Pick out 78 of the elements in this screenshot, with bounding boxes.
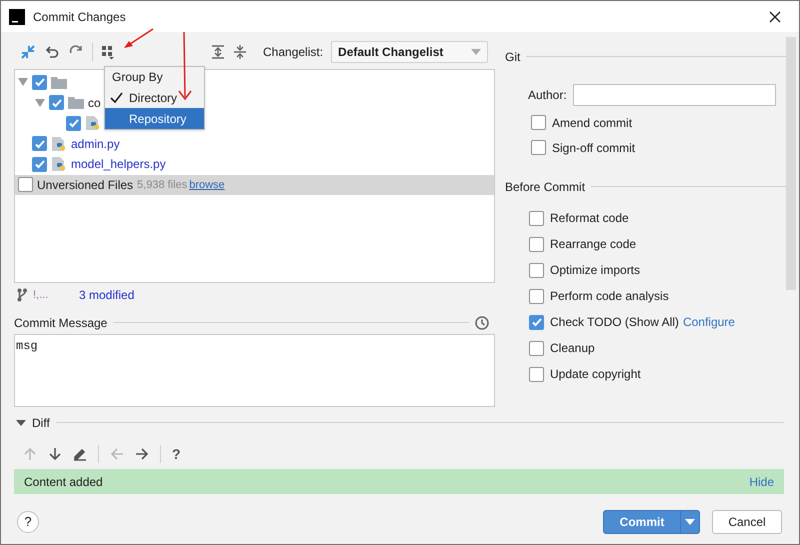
compare-arrows-icon[interactable]	[20, 44, 36, 60]
collapse-arrow-icon[interactable]	[16, 420, 26, 426]
menu-header: Group By	[111, 69, 164, 86]
checkbox[interactable]	[32, 156, 47, 172]
option-label[interactable]: Update copyright	[550, 365, 641, 383]
app-logo-icon[interactable]	[9, 8, 25, 24]
checkbox[interactable]	[529, 236, 544, 252]
annotation-arrow	[124, 28, 154, 48]
checkbox[interactable]	[66, 116, 81, 131]
expand-arrow-icon[interactable]	[35, 98, 45, 107]
checkbox[interactable]	[529, 210, 544, 226]
section-title: Commit Message	[14, 314, 108, 332]
branch-icon[interactable]	[17, 288, 27, 302]
checkbox[interactable]	[32, 136, 47, 152]
checkbox[interactable]	[531, 140, 546, 155]
menu-item[interactable]: Repository	[105, 108, 204, 129]
python-file-icon[interactable]	[51, 156, 67, 172]
option-label[interactable]: Sign-off commit	[552, 138, 636, 156]
collapse-all-icon[interactable]	[233, 44, 247, 60]
right-arrow-icon[interactable]	[135, 447, 149, 461]
option-label[interactable]: Cleanup	[550, 339, 595, 357]
option-label[interactable]: Amend commit	[552, 114, 632, 132]
annotation-arrow	[178, 32, 192, 100]
checkbox[interactable]	[529, 366, 544, 382]
menu-item[interactable]: Directory	[105, 87, 204, 108]
python-file-icon[interactable]	[51, 136, 67, 152]
checkbox[interactable]	[531, 115, 546, 130]
up-arrow-icon[interactable]	[23, 447, 37, 461]
changelist-dropdown[interactable]: Default Changelist	[331, 41, 488, 63]
left-arrow-icon[interactable]	[110, 447, 124, 461]
close-icon[interactable]	[769, 10, 781, 22]
cancel-button[interactable]: Cancel	[712, 510, 782, 534]
branch-name: !,...	[33, 288, 50, 303]
checkbox[interactable]	[32, 74, 47, 90]
checkbox[interactable]	[529, 340, 544, 356]
expand-all-icon[interactable]	[211, 44, 225, 60]
window-title: Commit Changes	[33, 8, 126, 26]
option-label[interactable]: Rearrange code	[550, 235, 636, 253]
caret-icon	[471, 49, 482, 55]
help-button[interactable]: ?	[172, 444, 181, 464]
checkbox[interactable]	[529, 288, 544, 304]
file-count: 5,938 files	[137, 178, 188, 192]
edit-pencil-icon[interactable]	[73, 447, 87, 461]
checkbox[interactable]	[49, 95, 64, 110]
option-label[interactable]: Optimize imports	[550, 261, 640, 279]
folder-icon[interactable]	[51, 76, 67, 89]
file-name[interactable]: admin.py	[71, 134, 120, 153]
checkbox[interactable]	[18, 177, 33, 192]
file-name[interactable]: model_helpers.py	[71, 155, 166, 174]
expand-arrow-icon[interactable]	[18, 78, 28, 86]
folder-name[interactable]: co	[88, 94, 101, 112]
configure-link[interactable]: Configure	[682, 313, 735, 331]
history-clock-icon[interactable]	[475, 316, 489, 330]
notification-text: Content added	[24, 474, 103, 490]
modified-count-link[interactable]: 3 modified	[79, 286, 134, 304]
section-title: Before Commit	[505, 178, 586, 196]
scrollbar-thumb[interactable]	[786, 37, 796, 290]
down-arrow-icon[interactable]	[48, 447, 62, 461]
option-label[interactable]: Check TODO (Show All)	[550, 313, 679, 331]
undo-icon[interactable]	[44, 44, 60, 60]
option-label[interactable]: Reformat code	[550, 209, 629, 227]
folder-icon[interactable]	[68, 96, 84, 110]
section-title: Diff	[32, 414, 50, 432]
browse-link[interactable]: browse	[189, 176, 225, 193]
section-title: Git	[505, 48, 520, 66]
author-field[interactable]	[572, 84, 776, 106]
check-icon	[110, 92, 123, 104]
tree-item-label[interactable]: Unversioned Files	[37, 176, 134, 194]
changelist-label: Changelist:	[263, 44, 324, 61]
caret-icon	[685, 519, 695, 525]
help-button[interactable]: ?	[17, 511, 39, 533]
author-label: Author:	[528, 87, 567, 104]
option-label[interactable]: Perform code analysis	[550, 287, 669, 305]
group-by-icon[interactable]	[101, 44, 115, 60]
python-file-icon[interactable]	[85, 115, 101, 132]
commit-message-field[interactable]: msg	[14, 334, 495, 407]
checkbox[interactable]	[529, 314, 544, 330]
checkbox[interactable]	[529, 262, 544, 278]
